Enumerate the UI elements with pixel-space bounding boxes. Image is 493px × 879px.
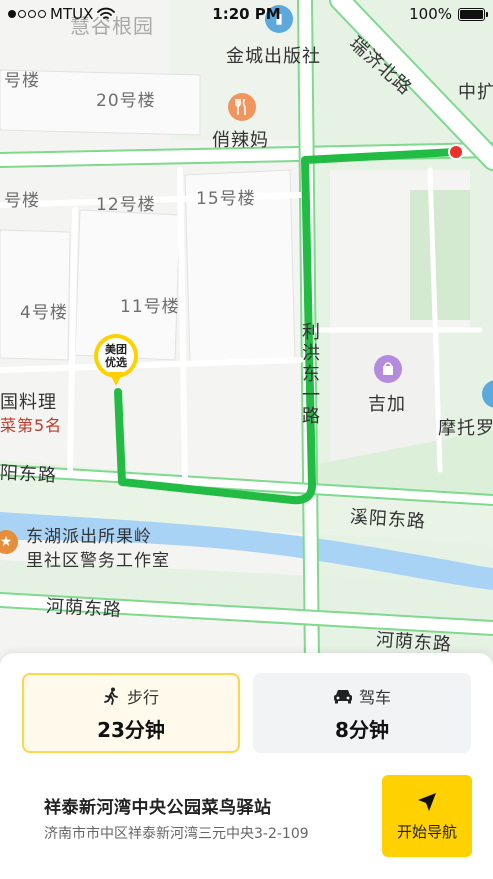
drive-duration: 8分钟 (335, 717, 389, 742)
status-bar: MTUX 1:20 PM 100% (0, 0, 493, 28)
map-label-lishan-road: 利洪东一路 (299, 322, 320, 427)
map-label-publisher[interactable]: 金城出版社 (226, 42, 321, 68)
start-navigation-label: 开始导航 (396, 822, 457, 841)
map-label-cuisine-rank: 菜第5名 (0, 416, 63, 435)
map-label-building: 号楼 (4, 191, 40, 211)
battery-icon (458, 7, 488, 21)
map-label-motuo[interactable]: 摩托罗 (438, 414, 493, 440)
map-view[interactable]: 慧谷根园 金城出版社 号楼 20号楼 俏辣妈 号楼 12号楼 15号楼 4号楼 … (0, 0, 493, 665)
map-label-building-20: 20号楼 (96, 91, 156, 111)
marker-label-line1: 美团 (105, 343, 127, 356)
restaurant-poi-icon[interactable] (228, 93, 256, 121)
car-icon (333, 689, 352, 703)
walk-duration: 23分钟 (97, 717, 165, 742)
walking-person-icon (104, 687, 118, 705)
map-label-cuisine[interactable]: 国料理 (0, 388, 57, 414)
battery-percent: 100% (409, 5, 452, 23)
fork-knife-icon (235, 99, 246, 115)
map-label-yangdong-road: 阳东路 (0, 462, 58, 487)
map-label-building-15: 15号楼 (196, 189, 256, 209)
map-label-police-1[interactable]: 东湖派出所果岭 (26, 522, 152, 547)
map-label-jijia[interactable]: 吉加 (368, 390, 406, 416)
map-label-heyin-road: 河荫东路 (45, 596, 123, 621)
map-label-restaurant[interactable]: 俏辣妈 (212, 126, 269, 152)
map-label-top-right: 中扩 (458, 82, 493, 103)
shopping-bag-icon (383, 362, 393, 375)
shopping-poi-icon[interactable] (374, 355, 402, 383)
origin-marker[interactable]: 美团 优选 (92, 334, 140, 392)
drive-mode-option[interactable]: 驾车 8分钟 (253, 673, 471, 753)
navigation-arrow-icon (418, 792, 436, 811)
destination-name: 祥泰新河湾中央公园菜鸟驿站 (44, 798, 272, 818)
map-label-heyin-road-right: 河荫东路 (375, 629, 453, 656)
destination-address: 济南市市中区祥泰新河湾三元中央3-2-109 (44, 826, 309, 842)
drive-mode-label: 驾车 (358, 687, 391, 707)
start-navigation-button[interactable]: 开始导航 (382, 775, 472, 857)
marker-label-line2: 优选 (105, 356, 127, 369)
walk-mode-label: 步行 (126, 687, 159, 707)
walk-mode-option[interactable]: 步行 23分钟 (22, 673, 240, 753)
map-label-building: 号楼 (4, 71, 40, 91)
map-label-xiyang-road: 溪阳东路 (349, 506, 427, 533)
map-label-building-4: 4号楼 (20, 303, 68, 323)
map-label-building-11: 11号楼 (120, 297, 180, 317)
map-label-police-2: 里社区警务工作室 (26, 551, 170, 571)
map-label-building-12: 12号楼 (96, 195, 156, 215)
route-panel: 步行 23分钟 驾车 8分钟 祥泰新河湾中央公园菜鸟驿站 济南市市中区祥泰新河湾… (0, 653, 493, 879)
